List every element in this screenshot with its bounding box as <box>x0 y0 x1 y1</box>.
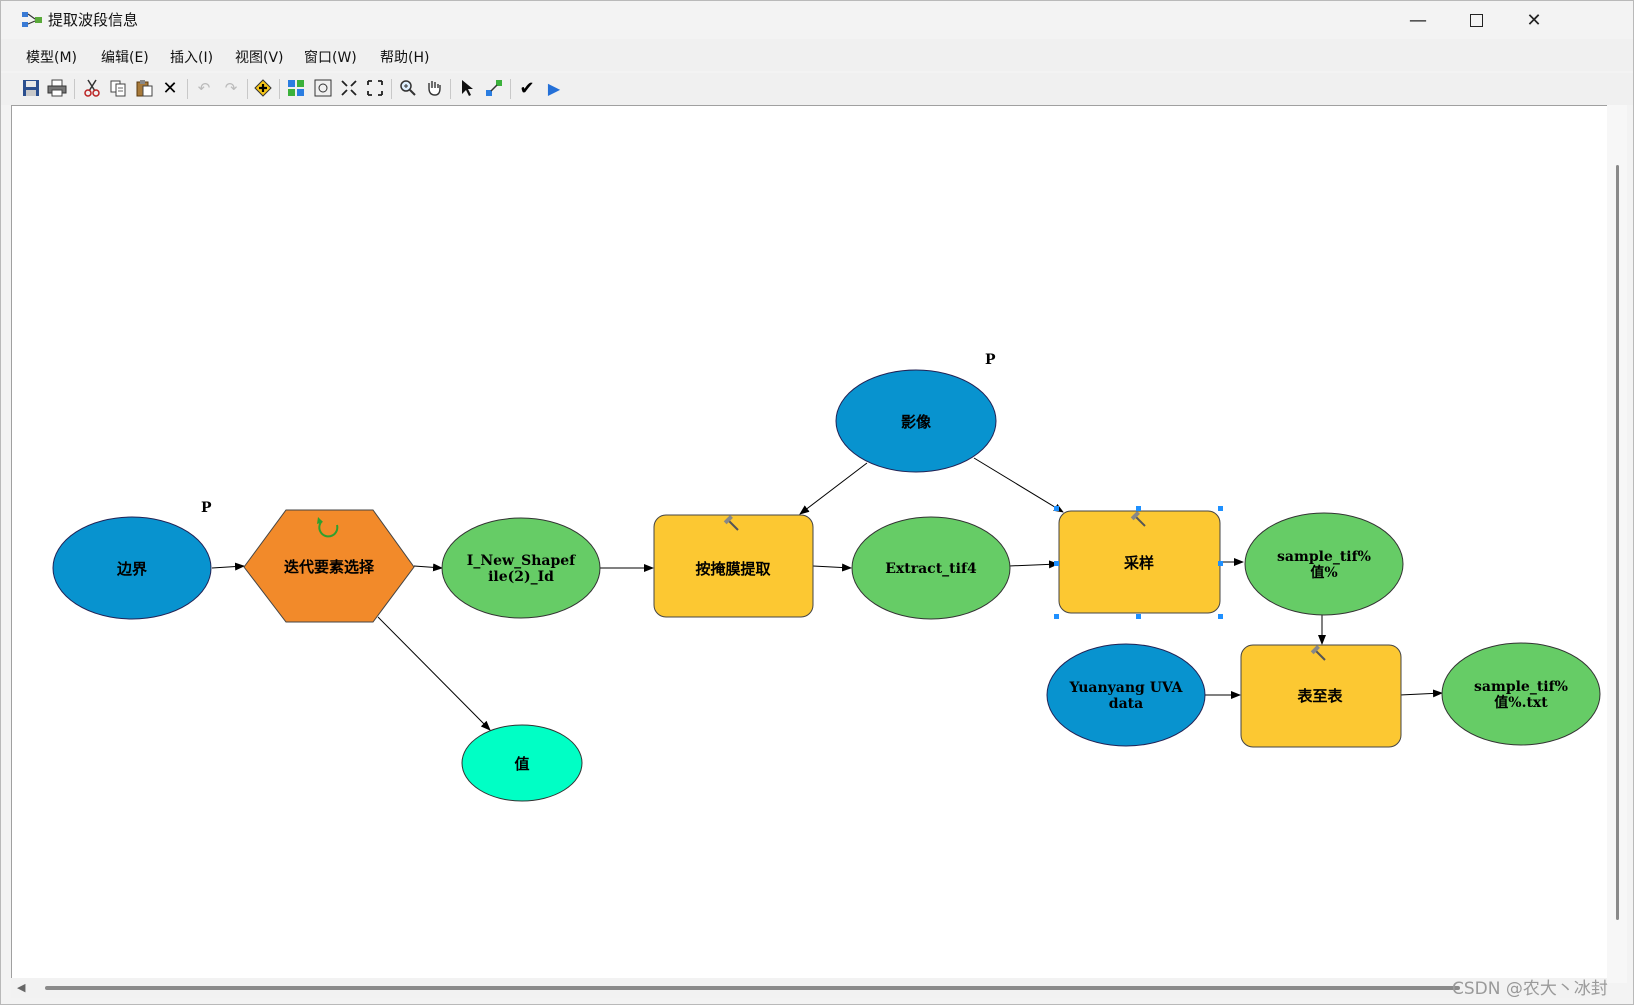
connector-boundary-iterate <box>211 562 245 571</box>
node-sample-txt-label-1: sample_tif% <box>1474 679 1568 695</box>
param-marker-image: P <box>985 352 996 368</box>
connector-image-extract <box>799 462 868 515</box>
param-marker-boundary: P <box>201 500 212 516</box>
connector-iterate-value <box>377 616 491 731</box>
node-table-to-table[interactable]: 表至表 <box>1240 644 1402 748</box>
node-extract-tif-label: Extract_tif4 <box>885 561 977 577</box>
connector-extract-tif <box>812 563 852 572</box>
connector-tabletotable-txt <box>1399 689 1443 698</box>
node-sample[interactable]: 采样 <box>1054 506 1223 619</box>
node-value-label: 值 <box>514 755 529 773</box>
node-sample-output-label-2: 值% <box>1310 564 1337 581</box>
node-sample-output-label-1: sample_tif% <box>1277 549 1371 565</box>
node-boundary[interactable]: 边界 <box>52 516 212 620</box>
node-table-to-table-label: 表至表 <box>1297 687 1343 705</box>
node-yuanyang-label-2: data <box>1109 696 1143 712</box>
node-sample-output[interactable]: sample_tif% 值% <box>1244 512 1404 616</box>
node-shapefile-id[interactable]: I_New_Shapef ile(2)_Id <box>441 517 601 619</box>
node-extract-tif[interactable]: Extract_tif4 <box>851 516 1011 620</box>
node-sample-txt[interactable]: sample_tif% 值%.txt <box>1441 642 1601 746</box>
node-sample-txt-label-2: 值%.txt <box>1494 694 1548 711</box>
node-shapefile-label-1: I_New_Shapef <box>467 553 576 569</box>
node-iterate-label: 迭代要素选择 <box>284 558 375 576</box>
connector-tif-sample <box>1008 560 1059 569</box>
watermark: CSDN @农大丶冰封 <box>1452 979 1608 999</box>
connector-image-sample <box>973 457 1064 513</box>
node-extract-mask-label: 按掩膜提取 <box>695 560 771 578</box>
node-extract-by-mask[interactable]: 按掩膜提取 <box>653 514 814 618</box>
node-iterate-feature-selection[interactable]: 迭代要素选择 <box>243 509 415 623</box>
node-shapefile-label-2: ile(2)_Id <box>488 569 554 585</box>
node-value[interactable]: 值 <box>461 724 583 802</box>
node-yuanyang-data[interactable]: Yuanyang UVA data <box>1046 643 1206 747</box>
node-sample-label: 采样 <box>1123 554 1154 572</box>
connector-iterate-shapefile <box>413 563 443 572</box>
node-yuanyang-label-1: Yuanyang UVA <box>1068 680 1183 696</box>
node-boundary-label: 边界 <box>116 560 147 578</box>
node-image[interactable]: 影像 <box>835 369 997 473</box>
node-image-label: 影像 <box>901 413 932 431</box>
model-diagram: 边界 P 迭代要素选择 I_New_Shapef ile(2)_Id 按掩膜提取… <box>52 352 1601 802</box>
